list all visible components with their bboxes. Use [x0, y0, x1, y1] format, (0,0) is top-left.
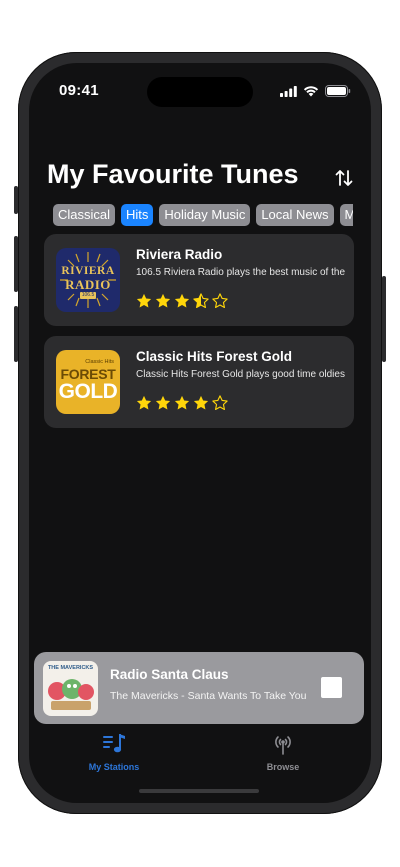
station-card-forest-gold[interactable]: Classic Hits FOREST GOLD Classic Hits Fo… — [44, 336, 354, 428]
filter-chip-local-news[interactable]: Local News — [256, 204, 334, 226]
filter-chip-music[interactable]: Mu — [339, 204, 353, 226]
filter-chip-classical[interactable]: Classical — [53, 204, 116, 226]
forest-gold-logo-line2: GOLD — [58, 380, 118, 403]
station-name: Riviera Radio — [136, 247, 223, 262]
filter-chip-hits[interactable]: Hits — [121, 204, 154, 226]
station-logo-forest-gold: Classic Hits FOREST GOLD — [56, 350, 120, 414]
phone-frame: 09:41 My Favourite Tunes Classical Hits … — [14, 52, 386, 814]
battery-icon — [325, 85, 351, 97]
status-time: 09:41 — [59, 82, 99, 99]
station-description: 106.5 Riviera Radio plays the best music… — [136, 267, 345, 278]
station-card-riviera-radio[interactable]: RIVIERA RADIO 106.5 Riviera Radio 106.5 … — [44, 234, 354, 326]
sort-arrows-icon — [335, 170, 353, 186]
silent-switch — [14, 186, 18, 214]
wifi-icon — [303, 86, 319, 97]
star-full-icon — [136, 395, 152, 410]
broadcast-icon — [275, 736, 291, 755]
tab-my-stations[interactable]: My Stations — [74, 733, 154, 772]
power-button — [382, 276, 386, 362]
star-half-icon — [193, 293, 209, 309]
home-indicator — [139, 789, 259, 793]
star-full-icon — [155, 293, 171, 308]
station-description: Classic Hits Forest Gold plays good time… — [136, 369, 345, 380]
star-empty-icon — [212, 395, 228, 411]
music-list-icon — [103, 734, 125, 753]
volume-up-button — [14, 236, 18, 292]
now-playing-station: Radio Santa Claus — [110, 667, 229, 682]
dynamic-island — [147, 77, 253, 107]
filter-chip-holiday-music[interactable]: Holiday Music — [159, 204, 251, 226]
station-logo-riviera: RIVIERA RADIO 106.5 — [56, 248, 120, 312]
star-full-icon — [174, 293, 190, 308]
stop-button[interactable] — [321, 677, 342, 698]
star-full-icon — [155, 395, 171, 410]
star-rating — [135, 394, 229, 412]
star-full-icon — [136, 293, 152, 308]
riviera-logo-badge: 106.5 — [80, 292, 96, 299]
forest-gold-logo-small: Classic Hits — [85, 359, 114, 365]
filter-chips: Classical Hits Holiday Music Local News … — [53, 204, 353, 226]
album-art-illustration — [48, 679, 94, 710]
volume-down-button — [14, 306, 18, 362]
station-name: Classic Hits Forest Gold — [136, 349, 293, 364]
screen: 09:41 My Favourite Tunes Classical Hits … — [29, 63, 371, 803]
tab-label: Browse — [266, 762, 300, 772]
star-rating — [135, 292, 229, 310]
riviera-logo-line2: RADIO — [65, 277, 111, 292]
now-playing-track: The Mavericks - Santa Wants To Take You — [110, 690, 307, 702]
sort-button[interactable] — [333, 167, 355, 189]
tab-label: My Stations — [88, 762, 140, 772]
now-playing-bar[interactable]: THE MAVERICKS Radio Santa Claus The Mave… — [34, 652, 364, 724]
cellular-signal-icon — [280, 85, 297, 97]
status-icons — [280, 85, 351, 97]
album-art: THE MAVERICKS — [43, 661, 98, 716]
page-title: My Favourite Tunes — [47, 159, 299, 189]
riviera-logo-line1: RIVIERA — [61, 265, 115, 277]
star-full-icon — [174, 395, 190, 410]
star-empty-icon — [212, 293, 228, 309]
star-full-icon — [193, 395, 209, 410]
tab-browse[interactable]: Browse — [243, 733, 323, 772]
